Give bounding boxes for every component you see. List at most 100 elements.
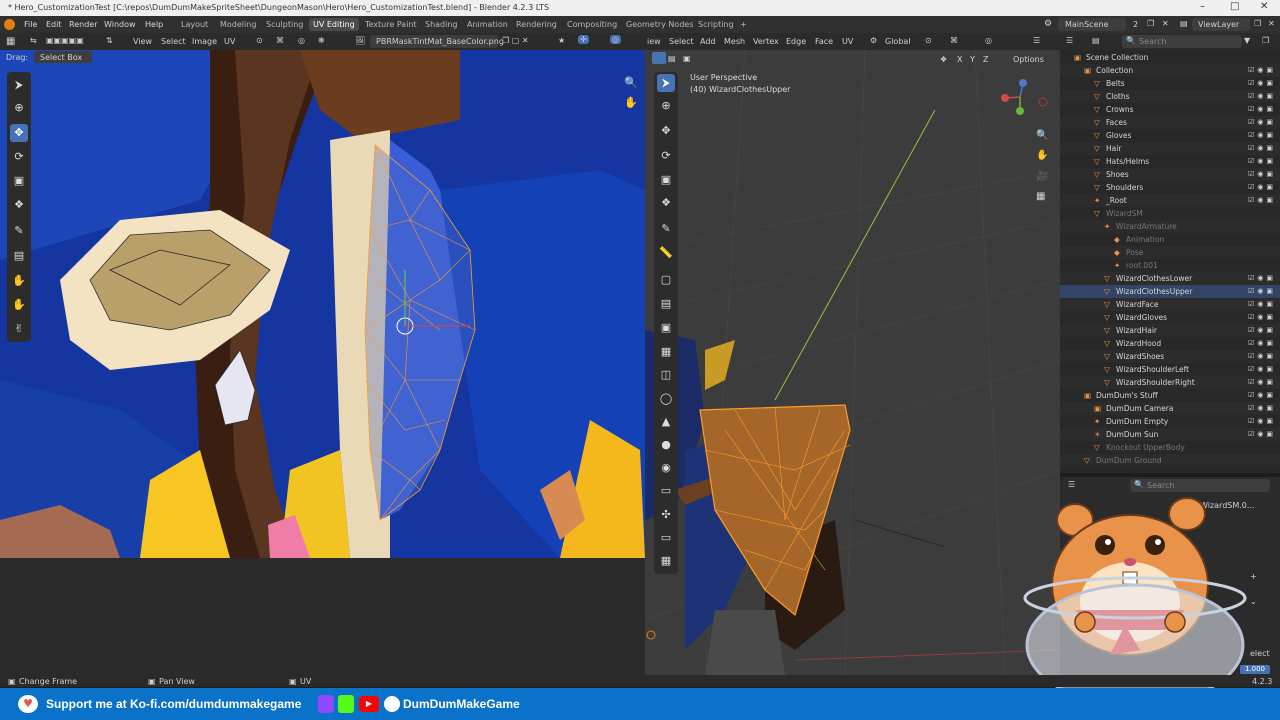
move-tool-icon[interactable]: ✥ (657, 122, 675, 140)
delete-view-layer-icon[interactable]: ✕ (1268, 19, 1275, 28)
mirror-y-toggle[interactable]: Y (970, 55, 975, 64)
visibility-toggle-icons[interactable]: ☑◉▣ (1248, 272, 1276, 285)
outliner-row[interactable]: ▽ Shoulders ☑◉▣ (1060, 181, 1280, 194)
rotate-tool-icon[interactable]: ⟳ (10, 148, 28, 166)
select-mode-icons[interactable]: ▣▣▣▣▣ (46, 36, 84, 45)
spin-tool-icon[interactable]: ● (657, 436, 675, 454)
outliner-row[interactable]: ▽ WizardHair ☑◉▣ (1060, 324, 1280, 337)
visibility-toggle-icons[interactable]: ☑◉▣ (1248, 168, 1276, 181)
annotate-tool-icon[interactable]: ✎ (657, 220, 675, 238)
visibility-toggle-icons[interactable]: ☑◉▣ (1248, 311, 1276, 324)
outliner-row[interactable]: ▽ Hair ☑◉▣ (1060, 142, 1280, 155)
grab-tool-icon[interactable]: ✋ (10, 272, 28, 290)
menu-render[interactable]: Render (69, 20, 97, 29)
cursor-tool-icon[interactable]: ⊕ (10, 99, 28, 117)
viewport-menu-edge[interactable]: Edge (786, 37, 806, 46)
transform-tool-icon[interactable]: ❖ (657, 194, 675, 212)
menu-file[interactable]: File (24, 20, 37, 29)
visibility-toggle-icons[interactable]: ☑◉▣ (1248, 350, 1276, 363)
visibility-toggle-icons[interactable]: ☑◉▣ (1248, 324, 1276, 337)
outliner-row[interactable]: ▽ WizardShoes ☑◉▣ (1060, 350, 1280, 363)
outliner-row[interactable]: ◆ Pose (1060, 246, 1280, 259)
sync-selection-icon[interactable]: ⇆ (30, 36, 37, 45)
orientation-dropdown[interactable]: Global (885, 37, 911, 46)
visibility-toggle-icons[interactable]: ☑◉▣ (1248, 77, 1276, 90)
poly-build-tool-icon[interactable]: ▲ (657, 413, 675, 431)
visibility-toggle-icons[interactable]: ☑◉▣ (1248, 337, 1276, 350)
outliner-row[interactable]: ✦ root.001 (1060, 259, 1280, 272)
uv-menu-uv[interactable]: UV (224, 37, 235, 46)
gizmo-icon[interactable]: ✛ (578, 35, 589, 44)
outliner-editor-icon[interactable]: ☰ (1066, 36, 1073, 45)
view-layer-field[interactable]: ViewLayer (1198, 20, 1239, 29)
tab-rendering[interactable]: Rendering (512, 18, 561, 31)
navigation-gizmo[interactable] (995, 75, 1050, 120)
uv-editor-canvas[interactable] (0, 50, 645, 558)
vertex-select-icon[interactable] (652, 52, 666, 64)
outliner-row[interactable]: ✦ WizardArmature (1060, 220, 1280, 233)
outliner-row[interactable]: ☀ DumDum Sun ☑◉▣ (1060, 428, 1280, 441)
visibility-toggle-icons[interactable]: ☑◉▣ (1248, 181, 1276, 194)
visibility-toggle-icons[interactable]: ☑◉▣ (1248, 64, 1276, 77)
menu-window[interactable]: Window (104, 20, 136, 29)
viewport-menu-select[interactable]: Select (669, 37, 694, 46)
viewport-menu-add[interactable]: Add (700, 37, 716, 46)
maximize-button[interactable]: □ (1230, 1, 1239, 12)
pivot-point-icon[interactable]: ⊙ (925, 36, 932, 45)
visibility-toggle-icons[interactable]: ☑◉▣ (1248, 376, 1276, 389)
smooth-tool-icon[interactable]: ◉ (657, 459, 675, 477)
snap-icon[interactable]: ⌘ (276, 36, 284, 45)
snap-toggle-icon[interactable]: ⌘ (950, 36, 958, 45)
scale-tool-icon[interactable]: ▣ (657, 171, 675, 189)
extrude-tool-icon[interactable]: ▤ (657, 295, 675, 313)
visibility-toggle-icons[interactable]: ☑◉▣ (1248, 142, 1276, 155)
zoom-icon[interactable]: 🔍 (624, 76, 638, 89)
mirror-z-toggle[interactable]: Z (983, 55, 988, 64)
measure-tool-icon[interactable]: 📏 (657, 244, 675, 262)
viewport-menu-vertex[interactable]: Vertex (753, 37, 779, 46)
blender-logo-icon[interactable] (4, 19, 15, 30)
youtube-icon[interactable]: ▶ (359, 696, 379, 712)
visibility-toggle-icons[interactable]: ☑◉▣ (1248, 90, 1276, 103)
tab-uv-editing[interactable]: UV Editing (309, 18, 359, 31)
outliner-row[interactable]: ▽ WizardFace ☑◉▣ (1060, 298, 1280, 311)
knife-tool-icon[interactable]: ◯ (657, 390, 675, 408)
viewport-menu-uv[interactable]: UV (842, 37, 853, 46)
drag-select-box[interactable]: Select Box (40, 53, 82, 62)
minimize-button[interactable]: – (1200, 1, 1205, 12)
visibility-toggle-icons[interactable]: ☑◉▣ (1248, 285, 1276, 298)
properties-search-input[interactable]: Search (1147, 481, 1174, 490)
display-mode-icon[interactable]: ▤ (1092, 36, 1100, 45)
annotate-tool-icon[interactable]: ✎ (10, 222, 28, 240)
viewport-canvas[interactable]: User Perspective (40) WizardClothesUpper (645, 50, 1060, 675)
uv-menu-image[interactable]: Image (192, 37, 217, 46)
visibility-toggle-icons[interactable]: ☑◉▣ (1248, 103, 1276, 116)
select-box-tool-icon[interactable]: ⮞ (657, 74, 675, 92)
viewport-menu-mesh[interactable]: Mesh (724, 37, 745, 46)
transform-tool-icon[interactable]: ❖ (10, 196, 28, 214)
visibility-toggle-icons[interactable]: ☑◉▣ (1248, 298, 1276, 311)
shear-tool-icon[interactable]: ▭ (657, 529, 675, 547)
new-collection-icon[interactable]: ❐ (1262, 36, 1269, 45)
image-actions-icons[interactable]: ❐ ▢ ✕ (502, 36, 529, 45)
channel-name[interactable]: DumDumMakeGame (403, 697, 520, 711)
tab-shading[interactable]: Shading (421, 18, 462, 31)
outliner-search-input[interactable]: Search (1139, 37, 1166, 46)
outliner-row[interactable]: ✦ _Root ☑◉▣ (1060, 194, 1280, 207)
menu-help[interactable]: Help (145, 20, 163, 29)
select-tool-icon[interactable]: ⮞ (10, 76, 28, 94)
visibility-toggle-icons[interactable]: ☑◉▣ (1248, 415, 1276, 428)
shrink-fatten-tool-icon[interactable]: ✣ (657, 506, 675, 524)
outliner-row[interactable]: ▽ Knockout UpperBody (1060, 441, 1280, 454)
face-select-icon[interactable]: ▣ (683, 54, 691, 63)
kick-icon[interactable] (338, 695, 354, 713)
scale-tool-icon[interactable]: ▣ (10, 172, 28, 190)
uv-menu-view[interactable]: View (133, 37, 152, 46)
outliner-row[interactable]: ▽ Gloves ☑◉▣ (1060, 129, 1280, 142)
new-view-layer-icon[interactable]: ❐ (1254, 19, 1261, 28)
edge-select-icon[interactable]: ▤ (668, 54, 676, 63)
pan-hand-icon[interactable]: ✋ (624, 96, 638, 109)
close-button[interactable]: ✕ (1260, 1, 1268, 12)
outliner-row[interactable]: ◆ Animation (1060, 233, 1280, 246)
uv-menu-select[interactable]: Select (161, 37, 186, 46)
